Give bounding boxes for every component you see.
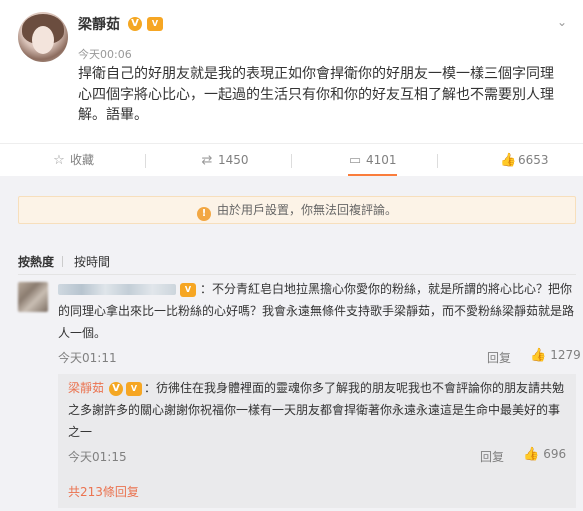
- like-button[interactable]: 👍 6653: [500, 144, 549, 176]
- thumb-up-icon: 👍: [530, 348, 547, 363]
- reply-like-button[interactable]: 👍 696: [523, 447, 566, 462]
- vip-badge-icon: V: [126, 382, 142, 396]
- divider: [62, 256, 63, 267]
- comment-like-button[interactable]: 👍 1279: [530, 348, 581, 363]
- chevron-down-icon[interactable]: ⌄: [557, 15, 569, 29]
- verified-badge-icon: V: [109, 382, 123, 396]
- divider: [18, 274, 576, 275]
- sort-by-time-tab[interactable]: 按時間: [74, 253, 110, 270]
- divider: [437, 154, 438, 168]
- divider: [145, 154, 146, 168]
- verified-badge-icon: V: [128, 17, 142, 31]
- weibo-post: 梁靜茹 V V 今天00:06 ⌄ 捍衛自己的好朋友就是我的表現正如你會捍衛你的…: [0, 0, 583, 140]
- post-text: 捍衛自己的好朋友就是我的表現正如你會捍衛你的好朋友一模一樣三個字同理心四個字將心…: [78, 66, 554, 123]
- view-all-replies-link[interactable]: 共213條回复: [68, 483, 139, 500]
- comment-button[interactable]: ▭ 4101: [348, 144, 397, 176]
- comment-time: 今天01:11: [58, 351, 117, 365]
- comment-disabled-notice: ! 由於用戶設置，你無法回複評論。: [18, 196, 576, 224]
- divider: [291, 154, 292, 168]
- thumb-up-icon: 👍: [500, 153, 517, 168]
- sort-by-hot-tab[interactable]: 按熱度: [18, 253, 54, 270]
- reply-time: 今天01:15: [68, 450, 127, 464]
- favorite-button[interactable]: ☆ 收藏: [52, 144, 94, 176]
- post-time[interactable]: 今天00:06: [78, 46, 132, 62]
- warning-icon: !: [196, 207, 211, 221]
- commenter-avatar[interactable]: [18, 282, 48, 312]
- comment-text: ：不分青紅皂白地拉黑擔心你愛你的粉絲，就是所謂的將心比心？把你的同理心拿出來比一…: [58, 282, 575, 340]
- author-avatar[interactable]: [18, 12, 68, 62]
- author-name[interactable]: 梁靜茹: [78, 14, 120, 34]
- reply-reply-button[interactable]: 回复: [480, 448, 504, 465]
- comment-reply-button[interactable]: 回复: [487, 349, 511, 366]
- reply-text: 梁靜茹 ：彷彿住在我身體裡面的靈魂你多了解我的朋友呢我也不會評論你的朋友請共勉之多…: [68, 381, 565, 439]
- comment-icon: ▭: [348, 153, 362, 168]
- thumb-up-icon: 👍: [523, 447, 540, 462]
- action-bar: ☆ 收藏 ⇄ 1450 ▭ 4101 👍 6653: [0, 143, 583, 176]
- repost-icon: ⇄: [201, 153, 213, 168]
- star-icon: ☆: [53, 153, 65, 168]
- vip-badge-icon: V: [147, 17, 163, 31]
- reply-author-name[interactable]: 梁靜茹: [68, 381, 104, 395]
- repost-button[interactable]: ⇄ 1450: [200, 144, 249, 176]
